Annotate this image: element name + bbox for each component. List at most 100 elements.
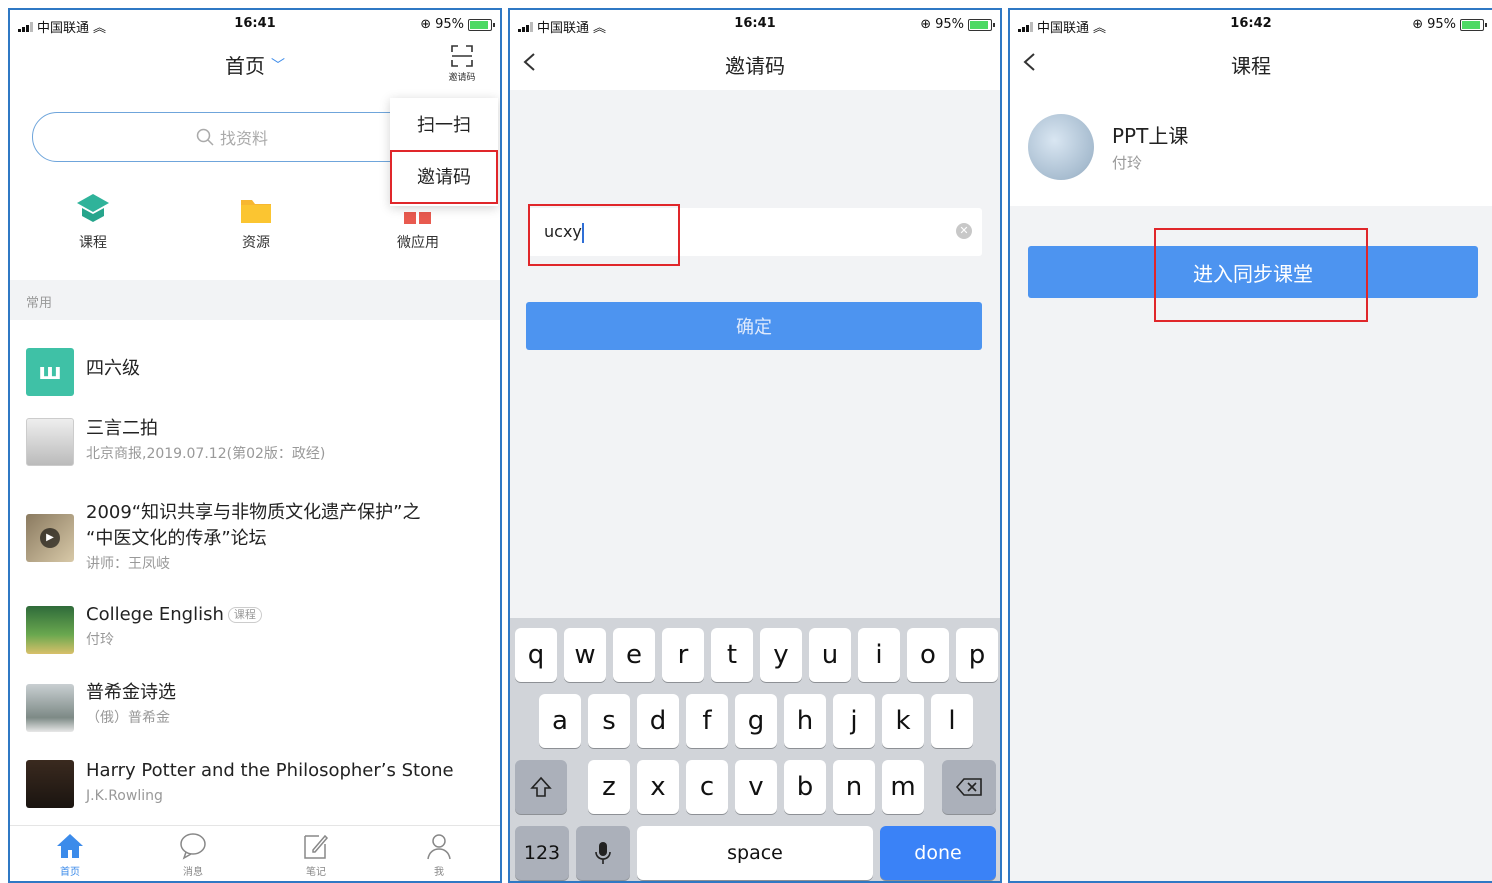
shift-key[interactable] [515, 760, 567, 814]
dictation-key[interactable] [576, 826, 630, 880]
key-d[interactable]: d [637, 694, 679, 748]
menu-item-scan[interactable]: 扫一扫 [390, 98, 498, 150]
list-item[interactable]: College English 课程 付玲 [10, 600, 500, 660]
search-icon [196, 128, 214, 146]
key-a[interactable]: a [539, 694, 581, 748]
tab-messages[interactable]: 消息 [153, 832, 233, 878]
folder-icon [241, 200, 271, 223]
tab-notes[interactable]: 笔记 [276, 832, 356, 878]
tab-me[interactable]: 我 [399, 832, 479, 878]
tab-bar: 首页 消息 笔记 我 [10, 825, 500, 881]
item-subtitle: 北京商报,2019.07.12(第02版：政经) [86, 446, 326, 462]
status-bar: 中国联通 ︽ 16:41 ⊕ 95% [510, 10, 1000, 38]
key-i[interactable]: i [858, 628, 900, 682]
key-b[interactable]: b [784, 760, 826, 814]
battery-percent: 95% [935, 17, 964, 32]
status-bar: 中国联通 ︽ 16:42 ⊕ 95% [1010, 10, 1492, 38]
numbers-key[interactable]: 123 [515, 826, 569, 880]
key-l[interactable]: l [931, 694, 973, 748]
page-title: 首页 [225, 54, 265, 78]
list-item[interactable]: 普希金诗选 （俄）普希金 [10, 678, 500, 738]
key-q[interactable]: q [515, 628, 557, 682]
item-subtitle: 付玲 [86, 632, 114, 648]
key-c[interactable]: c [686, 760, 728, 814]
section-header: 常用 [10, 280, 500, 320]
cet-logo-icon: ш [26, 348, 74, 396]
key-k[interactable]: k [882, 694, 924, 748]
invite-code-screen: 中国联通 ︽ 16:41 ⊕ 95% 邀请码 u cx y ✕ 确定 q w e r t… [508, 8, 1002, 883]
entry-label: 课程 [79, 235, 107, 251]
key-x[interactable]: x [637, 760, 679, 814]
item-subtitle: （俄）普希金 [86, 710, 170, 726]
tab-label: 消息 [183, 867, 203, 878]
profile-icon [427, 834, 451, 860]
backspace-icon [955, 778, 982, 796]
play-icon: ▶ [40, 528, 60, 548]
key-g[interactable]: g [735, 694, 777, 748]
item-title-line2: “中医文化的传承”论坛 [86, 528, 267, 549]
shift-icon [530, 776, 552, 797]
key-y[interactable]: y [760, 628, 802, 682]
key-h[interactable]: h [784, 694, 826, 748]
key-m[interactable]: m [882, 760, 924, 814]
course-icon [77, 194, 109, 222]
microphone-icon [595, 842, 611, 864]
item-title: 2009“知识共享与非物质文化遗产保护”之 [86, 502, 421, 523]
key-w[interactable]: w [564, 628, 606, 682]
key-p[interactable]: p [956, 628, 998, 682]
space-key[interactable]: space [637, 826, 873, 880]
key-n[interactable]: n [833, 760, 875, 814]
backspace-key[interactable] [942, 760, 996, 814]
nav-bar: 邀请码 [510, 38, 1000, 90]
list-item[interactable]: ▶ 2009“知识共享与非物质文化遗产保护”之 “中医文化的传承”论坛 讲师：王凤岐 [10, 496, 500, 576]
tab-label: 我 [434, 867, 444, 878]
scan-invite-button[interactable]: 邀请码 [442, 44, 482, 83]
entry-course[interactable]: 课程 [33, 188, 153, 252]
battery-percent: 95% [1427, 17, 1456, 32]
highlight-box [1154, 228, 1368, 322]
keyboard: q w e r t y u i o p a s d f g h j k l z … [510, 618, 1000, 881]
clear-icon[interactable]: ✕ [956, 223, 972, 239]
item-title: 三言二拍 [86, 418, 158, 439]
key-s[interactable]: s [588, 694, 630, 748]
key-t[interactable]: t [711, 628, 753, 682]
chevron-down-icon: ﹀ [271, 57, 285, 74]
key-j[interactable]: j [833, 694, 875, 748]
home-title-dropdown[interactable]: 首页 ﹀ [225, 50, 285, 79]
course-card[interactable]: PPT上课 付玲 [1010, 90, 1492, 206]
tab-label: 笔记 [306, 867, 326, 878]
item-title: College English [86, 604, 224, 625]
battery-icon [1460, 18, 1487, 31]
key-f[interactable]: f [686, 694, 728, 748]
entry-label: 资源 [242, 235, 270, 251]
highlight-box [528, 204, 680, 266]
book-cover-thumbnail [26, 684, 74, 732]
key-e[interactable]: e [613, 628, 655, 682]
nav-bar: 首页 ﹀ 邀请码 [10, 38, 500, 90]
entry-label: 微应用 [397, 235, 439, 251]
home-screen: 中国联通 ︽ 16:41 ⊕ 95% 首页 ﹀ 邀请码 找资料 课程 资源 微应用 扫… [8, 8, 502, 883]
confirm-button[interactable]: 确定 [526, 302, 982, 350]
course-avatar [1028, 114, 1094, 180]
key-u[interactable]: u [809, 628, 851, 682]
page-title: 课程 [1231, 54, 1271, 78]
note-icon [304, 834, 329, 859]
scan-button-label: 邀请码 [448, 73, 476, 83]
search-input[interactable]: 找资料 [32, 112, 432, 162]
list-item[interactable]: 三言二拍北京商报,2019.07.12(第02版：政经) [10, 412, 500, 472]
key-o[interactable]: o [907, 628, 949, 682]
item-title: 普希金诗选 [86, 682, 176, 703]
key-r[interactable]: r [662, 628, 704, 682]
done-key[interactable]: done [880, 826, 996, 880]
rotation-lock-icon: ⊕ [920, 17, 932, 32]
tab-label: 首页 [60, 867, 80, 878]
battery-icon [468, 18, 495, 31]
entry-resource[interactable]: 资源 [196, 188, 316, 252]
list-item[interactable]: Harry Potter and the Philosopher’s Stone… [10, 754, 500, 814]
tab-home[interactable]: 首页 [30, 832, 110, 878]
key-z[interactable]: z [588, 760, 630, 814]
key-v[interactable]: v [735, 760, 777, 814]
nav-bar: 课程 [1010, 38, 1492, 90]
item-title: 四六级 [86, 358, 140, 379]
list-item[interactable]: ш 四六级 [10, 338, 500, 398]
